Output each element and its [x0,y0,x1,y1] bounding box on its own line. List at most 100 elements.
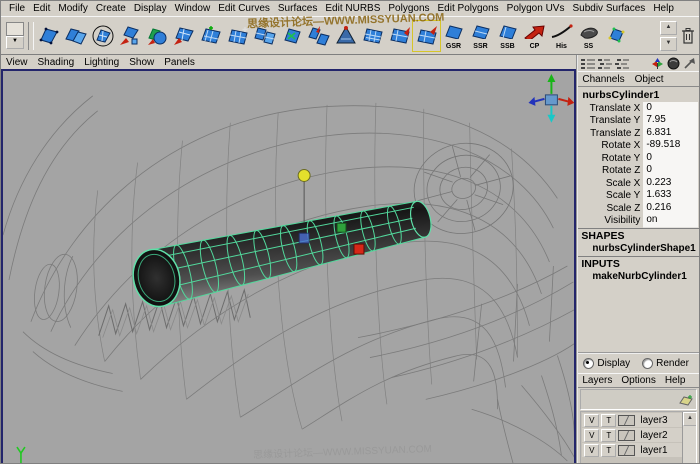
viewport-menu-show[interactable]: Show [129,57,160,68]
shelf-grid-icon[interactable] [197,21,224,51]
shelf-dual-grid-icon[interactable] [251,21,278,51]
shelf-split-faces-icon[interactable] [305,21,332,51]
shelf-combine-icon[interactable] [143,21,170,51]
help-menu[interactable]: Help [665,375,686,386]
display-radio[interactable]: Display [583,358,630,369]
menu-create[interactable]: Create [92,3,130,14]
manipulator-red-handle[interactable] [354,244,364,254]
menu-edit-nurbs[interactable]: Edit NURBS [321,3,384,14]
attr-label[interactable]: Rotate X [578,140,643,151]
layer-visible-toggle[interactable]: V [584,414,599,427]
shelf-his-button[interactable]: His [548,21,575,51]
layer-row-2[interactable]: V T layer2 [582,428,682,442]
trash-icon[interactable] [681,27,695,45]
select-arrow-icon[interactable] [683,57,696,70]
attr-value-field[interactable]: 7.95 [643,114,698,128]
shelf-cone-icon[interactable] [332,21,359,51]
menu-subdiv-surfaces[interactable]: Subdiv Surfaces [568,3,649,14]
render-sphere-icon[interactable] [667,57,680,70]
menu-edit-curves[interactable]: Edit Curves [214,3,274,14]
menu-modify[interactable]: Modify [54,3,91,14]
attr-value-field[interactable]: -89.518 [643,139,698,153]
shelf-tab-arrow-icon[interactable]: ▼ [6,36,24,49]
layer-color-swatch[interactable] [618,430,635,441]
channels-menu[interactable]: Channels [582,74,624,85]
attr-label[interactable]: Translate X [578,103,643,114]
shelf-poly-last-icon[interactable] [602,21,629,51]
options-menu[interactable]: Options [621,375,655,386]
channel-layout-2-icon[interactable] [598,58,612,70]
shelf-quad-x-icon[interactable] [278,21,305,51]
layer-visible-toggle[interactable]: V [584,444,599,457]
menu-file[interactable]: File [5,3,29,14]
layer-template-toggle[interactable]: T [601,444,616,457]
layer-visible-toggle[interactable]: V [584,429,599,442]
viewport-menu-panels[interactable]: Panels [164,57,201,68]
menu-polygon-uvs[interactable]: Polygon UVs [503,3,569,14]
shelf-gsr-button[interactable]: GSR [440,21,467,51]
attr-value-field[interactable]: 0 [643,102,698,116]
shelf-extract-icon[interactable] [116,21,143,51]
attr-value-field[interactable]: 0 [643,164,698,178]
attr-label[interactable]: Visibility [578,215,643,226]
shelf-grid-arrow-icon[interactable] [386,21,413,51]
nurbs-cylinder[interactable] [127,199,434,311]
shelf-poly-quad-icon[interactable] [35,21,62,51]
attr-label[interactable]: Scale Z [578,203,643,214]
attr-value-field[interactable]: on [643,214,698,228]
layer-name[interactable]: layer1 [637,445,667,456]
shelf-grid-arrow-selected-icon[interactable] [413,21,440,51]
attr-value-field[interactable]: 6.831 [643,127,698,141]
shelf-grid-plus-icon[interactable] [224,21,251,51]
selected-object-name[interactable]: nurbsCylinder1 [578,87,699,102]
viewport-menu-shading[interactable]: Shading [38,57,81,68]
layer-list-scrollbar[interactable]: ▲ [682,412,696,464]
layer-row-3[interactable]: V T layer3 [582,413,682,427]
new-layer-button[interactable] [676,392,696,408]
layer-name[interactable]: layer2 [637,430,667,441]
shelf-ssb-button[interactable]: SSB [494,21,521,51]
channel-layout-3-icon[interactable] [615,58,629,70]
menu-help[interactable]: Help [649,3,678,14]
viewport-menu-view[interactable]: View [6,57,34,68]
shelf-scroll-down-icon[interactable]: ▼ [660,37,677,51]
shelf-grid2-icon[interactable] [359,21,386,51]
attr-label[interactable]: Scale Y [578,190,643,201]
layer-color-swatch[interactable] [618,445,635,456]
shelf-tab-selector[interactable]: ▼ [3,21,27,51]
attr-value-field[interactable]: 0.223 [643,177,698,191]
object-menu[interactable]: Object [635,74,664,85]
layer-template-toggle[interactable]: T [601,429,616,442]
attr-label[interactable]: Rotate Z [578,165,643,176]
menu-polygons[interactable]: Polygons [384,3,433,14]
menu-edit[interactable]: Edit [29,3,54,14]
attr-value-field[interactable]: 0 [643,152,698,166]
layer-scroll-up-icon[interactable]: ▲ [683,412,697,426]
attr-label[interactable]: Scale X [578,178,643,189]
view-compass-icon[interactable] [528,74,574,123]
menu-window[interactable]: Window [171,3,215,14]
input-node-name[interactable]: makeNurbCylinder1 [578,270,699,284]
manipulator-green-handle[interactable] [337,223,346,232]
shelf-ss-button[interactable]: SS [575,21,602,51]
attr-label[interactable]: Translate Z [578,128,643,139]
menu-display[interactable]: Display [130,3,171,14]
shelf-ssr-button[interactable]: SSR [467,21,494,51]
show-manipulator-handle[interactable] [298,170,310,223]
attr-label[interactable]: Translate Y [578,115,643,126]
channel-layout-1-icon[interactable] [581,58,595,70]
attr-label[interactable]: Rotate Y [578,153,643,164]
color-manip-icon[interactable] [651,57,664,70]
shelf-poly-dual-quad-icon[interactable] [62,21,89,51]
render-radio-dot[interactable] [642,358,653,369]
render-radio[interactable]: Render [642,358,689,369]
layers-menu[interactable]: Layers [582,375,612,386]
viewport-menu-lighting[interactable]: Lighting [84,57,125,68]
manipulator-blue-handle[interactable] [299,233,309,243]
menu-surfaces[interactable]: Surfaces [274,3,321,14]
menu-edit-polygons[interactable]: Edit Polygons [434,3,503,14]
layer-color-swatch[interactable] [618,415,635,426]
attr-value-field[interactable]: 1.633 [643,189,698,203]
display-radio-dot[interactable] [583,358,594,369]
layer-name[interactable]: layer3 [637,415,667,426]
